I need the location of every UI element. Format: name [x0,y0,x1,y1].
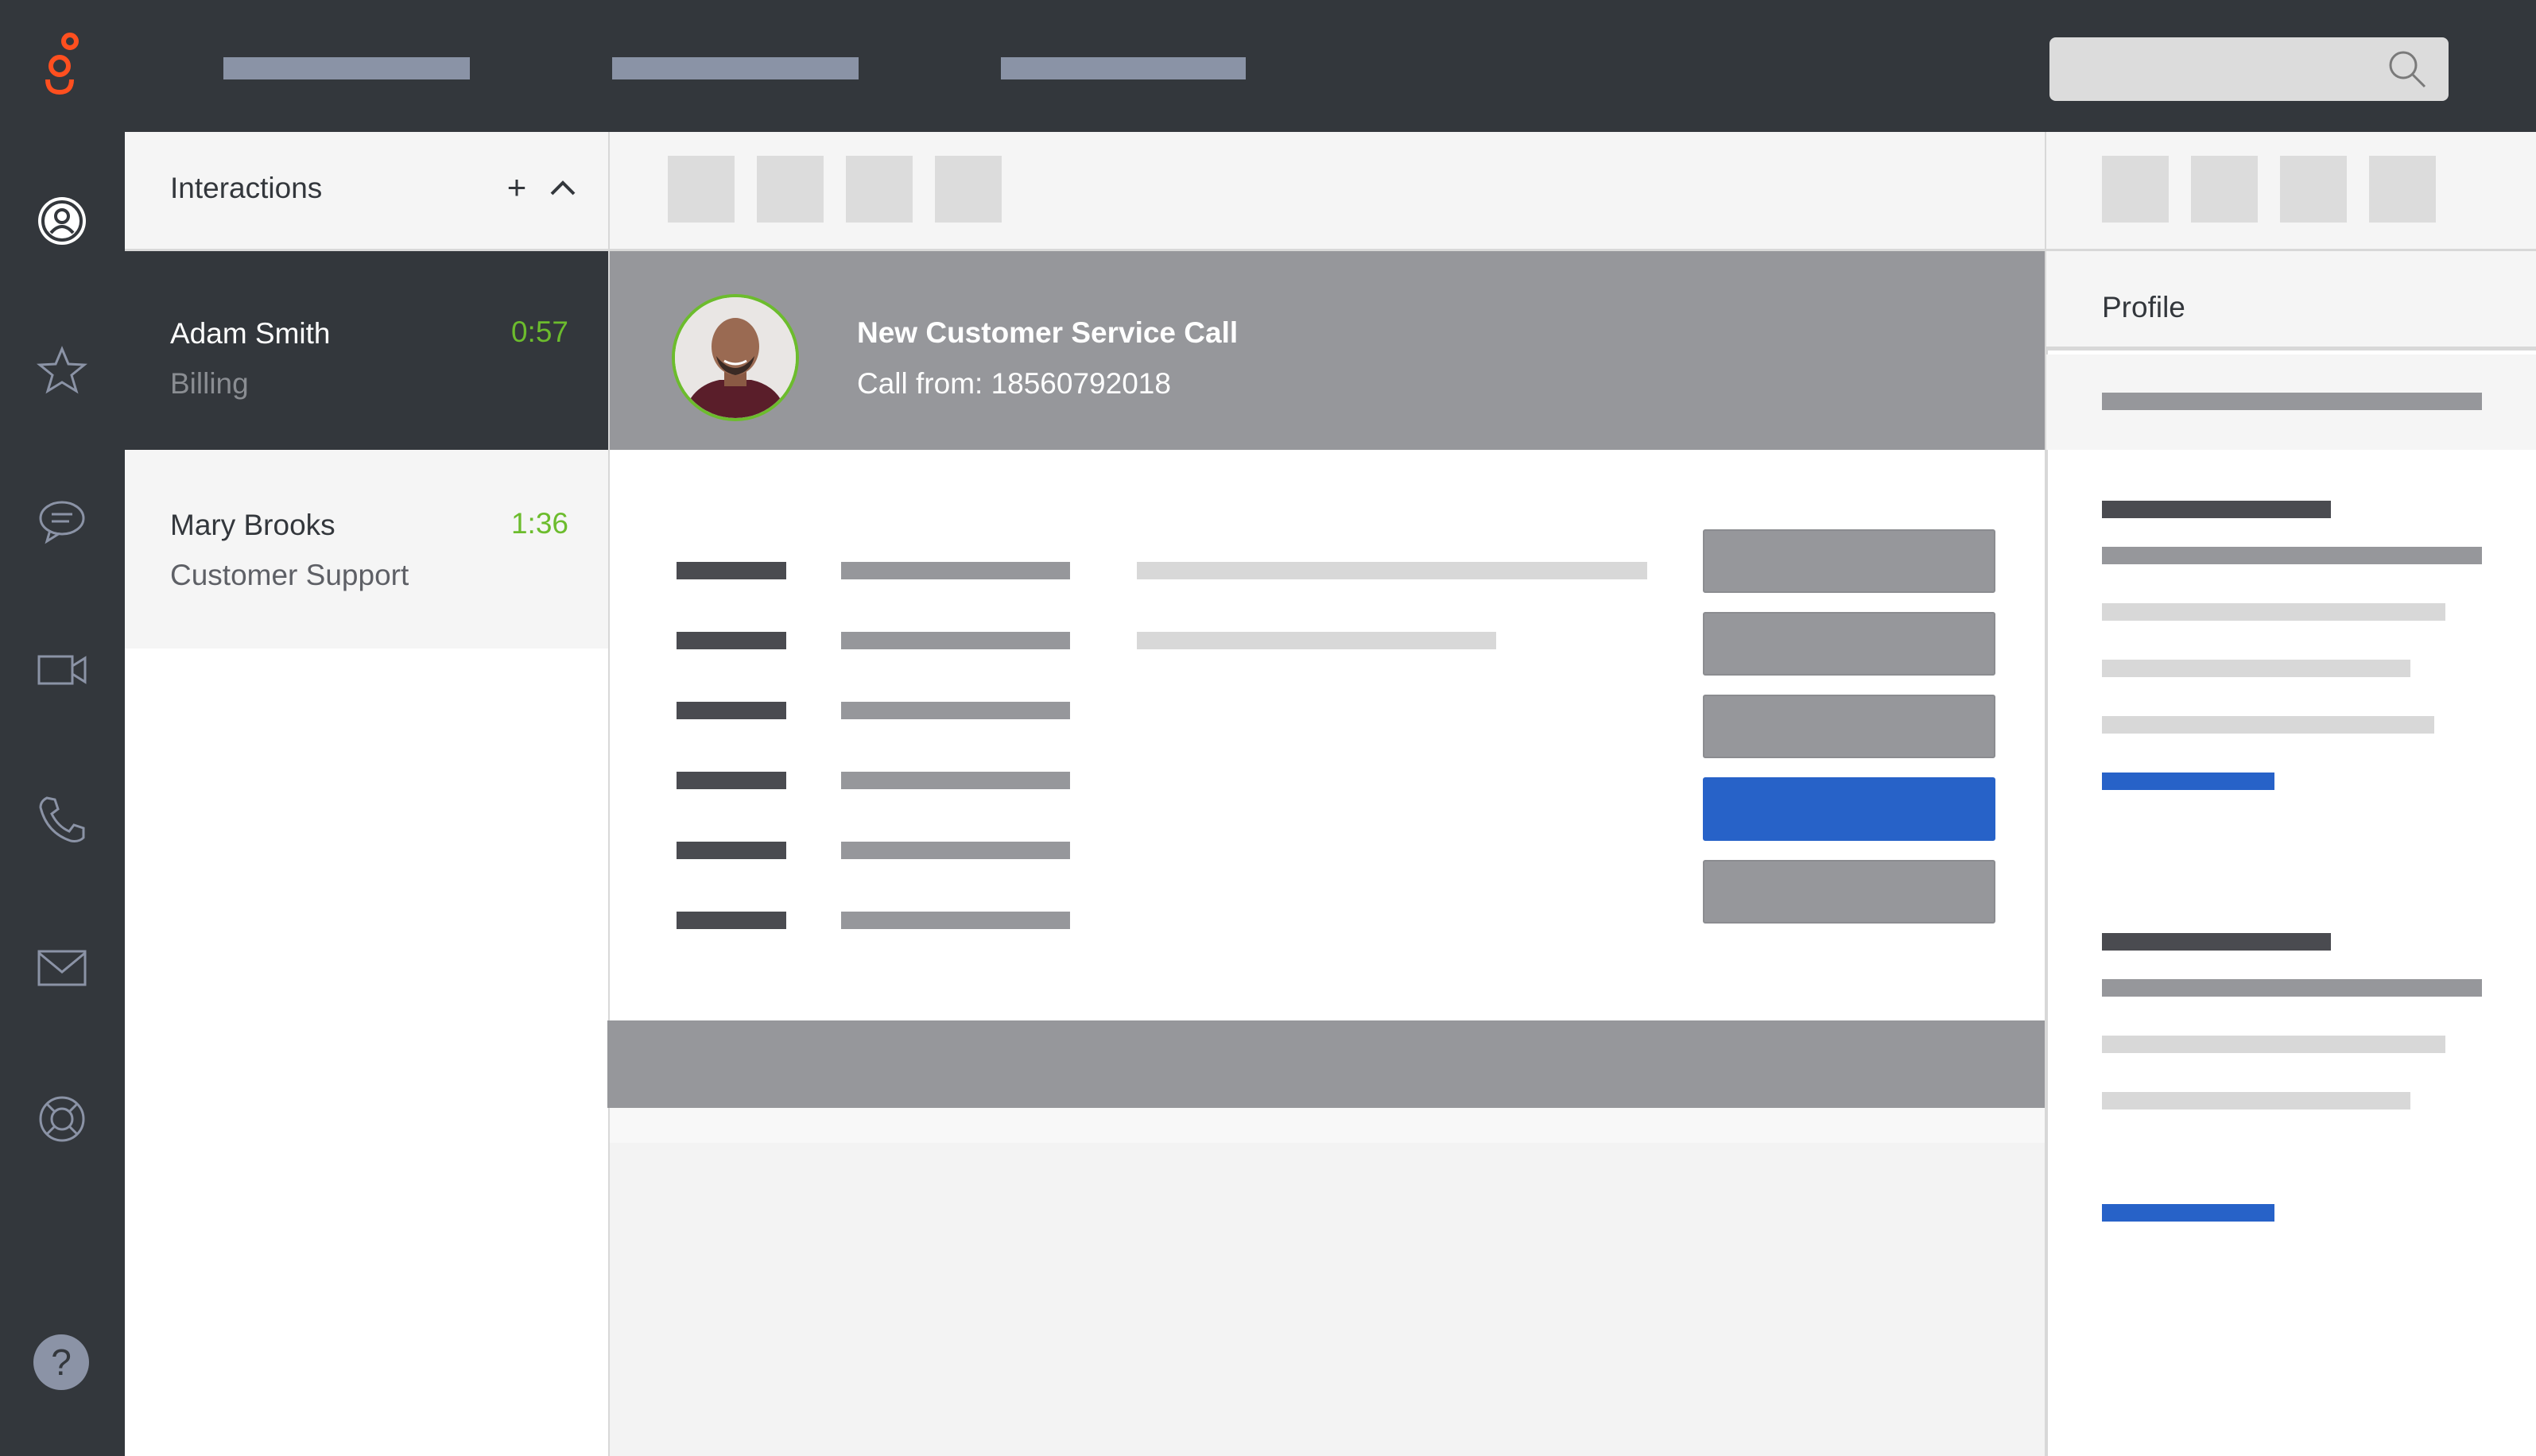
top-nav-item-1[interactable] [223,57,470,79]
detail-label [677,562,786,579]
detail-value [841,842,1070,859]
toolbar-button-3[interactable] [846,156,913,223]
detail-label [677,772,786,789]
detail-value [841,912,1070,929]
detail-extra [1137,632,1496,649]
top-nav-item-2[interactable] [612,57,859,79]
call-title: New Customer Service Call [857,316,1239,349]
detail-label [677,912,786,929]
action-button-1[interactable] [1703,529,1995,593]
right-toolbar-button-3[interactable] [2280,156,2347,223]
interaction-name: Adam Smith [170,317,331,350]
profile-line [2102,603,2445,621]
section-header-bar [607,1020,2045,1108]
interaction-name: Mary Brooks [170,509,335,541]
brand-logo-icon[interactable] [32,30,87,102]
toolbar-button-1[interactable] [668,156,735,223]
detail-label [677,632,786,649]
detail-extra [1137,562,1647,579]
profile-line [2102,716,2434,734]
action-button-5[interactable] [1703,860,1995,924]
profile-line [2102,1092,2410,1109]
search-icon[interactable] [2387,48,2428,94]
toolbar-button-4[interactable] [935,156,1002,223]
action-button-3[interactable] [1703,695,1995,758]
detail-value [841,562,1070,579]
call-banner [610,251,2045,450]
call-subtitle: Call from: 18560792018 [857,367,1171,400]
user-profile-icon[interactable] [32,191,92,251]
detail-label [677,842,786,859]
primary-action-button[interactable] [1703,777,1995,841]
profile-tab-label: Profile [2102,291,2185,323]
detail-value [841,632,1070,649]
help-icon[interactable]: ? [33,1334,89,1390]
mail-icon[interactable] [32,938,92,998]
help-label: ? [51,1342,72,1383]
interaction-timer: 1:36 [510,507,568,540]
profile-line [2102,660,2410,677]
top-nav-item-3[interactable] [1001,57,1246,79]
interaction-queue: Billing [170,367,249,400]
interaction-item-adam-smith[interactable] [125,251,608,450]
plus-icon[interactable]: + [499,168,534,206]
center-toolbar [610,132,2045,251]
toolbar-button-2[interactable] [757,156,824,223]
profile-line [2102,1036,2445,1053]
interaction-item-mary-brooks[interactable] [125,450,608,649]
profile-section-heading [2102,933,2331,951]
avatar [672,294,799,421]
action-button-2[interactable] [1703,612,1995,676]
profile-section-heading [2102,501,2331,518]
detail-value [841,772,1070,789]
detail-label [677,702,786,719]
interaction-timer: 0:57 [510,316,568,348]
star-icon[interactable] [32,340,92,401]
interaction-queue: Customer Support [170,559,409,591]
chevron-up-icon[interactable] [545,170,580,205]
right-toolbar-button-4[interactable] [2369,156,2436,223]
right-toolbar-button-2[interactable] [2191,156,2258,223]
add-interaction-label: + [506,168,527,206]
lifebuoy-icon[interactable] [32,1089,92,1149]
phone-icon[interactable] [32,789,92,850]
profile-line [2102,547,2482,564]
interactions-list-empty [125,649,608,1456]
profile-line [2102,979,2482,997]
interactions-title: Interactions [170,172,323,204]
lower-panel [610,1108,2045,1456]
profile-link[interactable] [2102,773,2274,790]
video-icon[interactable] [32,640,92,700]
profile-summary-line [2102,393,2482,410]
detail-value [841,702,1070,719]
search-input[interactable] [2049,37,2449,101]
chat-icon[interactable] [32,491,92,552]
right-toolbar-button-1[interactable] [2102,156,2169,223]
profile-link[interactable] [2102,1204,2274,1222]
